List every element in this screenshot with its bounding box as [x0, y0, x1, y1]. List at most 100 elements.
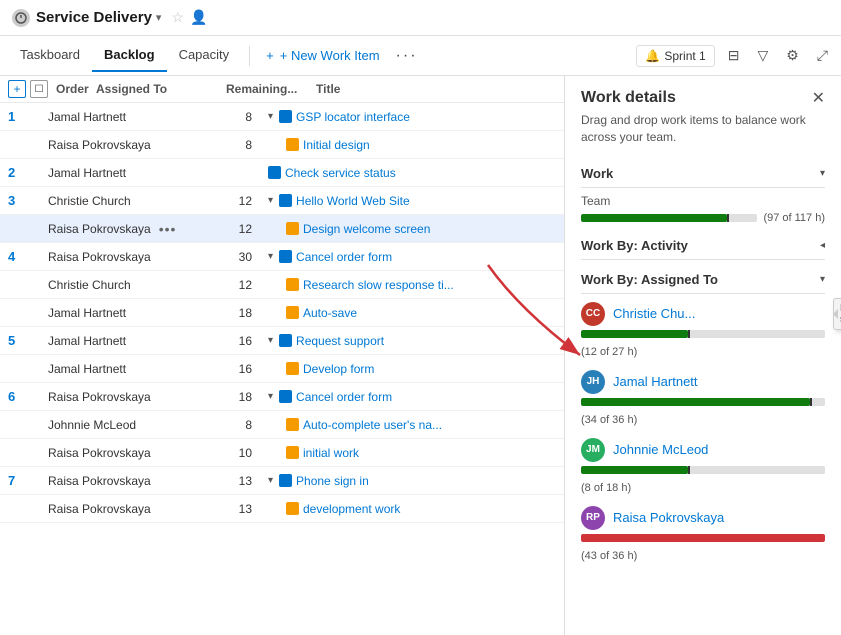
dropdown-arrow-icon[interactable]: ▾: [156, 11, 162, 24]
tab-taskboard[interactable]: Taskboard: [8, 39, 92, 72]
collapse-icon[interactable]: ▾: [268, 391, 273, 402]
table-row[interactable]: 5 Jamal Hartnett 16 ▾ Request support: [0, 327, 564, 355]
cell-assigned: Jamal Hartnett: [48, 166, 178, 180]
work-by-assigned-title: Work By: Assigned To: [581, 272, 718, 287]
table-row[interactable]: 3 Christie Church 12 ▾ Hello World Web S…: [0, 187, 564, 215]
cell-assigned: Christie Church: [48, 278, 178, 292]
work-item-link[interactable]: Cancel order form: [296, 390, 392, 404]
avatar: CC: [581, 302, 605, 326]
work-section-arrow: ▾: [820, 168, 825, 179]
settings-sliders-icon[interactable]: ⊟: [723, 44, 745, 67]
person-item: CC Christie Chu... Design welcome screen…: [581, 302, 825, 358]
feature-icon: [279, 334, 292, 347]
table-row[interactable]: Raisa Pokrovskaya••• 12 Design welcome s…: [0, 215, 564, 243]
work-item-link[interactable]: Cancel order form: [296, 250, 392, 264]
tab-backlog[interactable]: Backlog: [92, 39, 167, 72]
table-row[interactable]: Raisa Pokrovskaya 13 development work: [0, 495, 564, 523]
cell-remaining: 16: [178, 334, 268, 348]
collapse-icon[interactable]: ▾: [268, 251, 273, 262]
new-work-item-button[interactable]: + + New Work Item: [258, 44, 387, 67]
add-row-button[interactable]: +: [8, 80, 26, 98]
favorite-icon[interactable]: ☆: [171, 9, 184, 26]
person-name[interactable]: Raisa Pokrovskaya: [613, 510, 724, 525]
table-row[interactable]: Jamal Hartnett 18 Auto-save: [0, 299, 564, 327]
person-bar-fill: [581, 534, 825, 542]
story-icon: [286, 418, 299, 431]
work-item-link[interactable]: Auto-complete user's na...: [303, 418, 442, 432]
work-item-link[interactable]: development work: [303, 502, 400, 516]
avatar: JM: [581, 438, 605, 462]
table-row[interactable]: 2 Jamal Hartnett Check service status: [0, 159, 564, 187]
team-bar-wrap: [581, 214, 757, 222]
tooltip-bubble: Design welcome screen: [833, 298, 841, 330]
work-item-link[interactable]: Research slow response ti...: [303, 278, 454, 292]
cell-remaining: 12: [178, 278, 268, 292]
cell-order: 5: [8, 333, 48, 348]
table-row[interactable]: 1 Jamal Hartnett 8 ▾ GSP locator interfa…: [0, 103, 564, 131]
cell-assigned: Raisa Pokrovskaya: [48, 250, 178, 264]
table-row[interactable]: 7 Raisa Pokrovskaya 13 ▾ Phone sign in: [0, 467, 564, 495]
table-row[interactable]: Jamal Hartnett 16 Develop form: [0, 355, 564, 383]
work-item-link[interactable]: Initial design: [303, 138, 370, 152]
cell-assigned: Jamal Hartnett: [48, 306, 178, 320]
collapse-icon[interactable]: ▾: [268, 335, 273, 346]
cell-remaining: 12: [178, 194, 268, 208]
work-item-link[interactable]: initial work: [303, 446, 359, 460]
check-all-button[interactable]: ☐: [30, 80, 48, 98]
work-item-link[interactable]: Phone sign in: [296, 474, 369, 488]
work-item-link[interactable]: Develop form: [303, 362, 374, 376]
col-assigned: Assigned To: [96, 82, 226, 96]
person-bar-wrap: [581, 466, 825, 474]
story-icon: [286, 138, 299, 151]
person-name[interactable]: Jamal Hartnett: [613, 374, 698, 389]
cell-remaining: 16: [178, 362, 268, 376]
collapse-icon[interactable]: ▾: [268, 475, 273, 486]
tab-capacity[interactable]: Capacity: [167, 39, 242, 72]
cell-order: 6: [8, 389, 48, 404]
cell-remaining: 12: [178, 222, 268, 236]
work-item-link[interactable]: GSP locator interface: [296, 110, 410, 124]
more-options-button[interactable]: ···: [388, 43, 426, 69]
feature-icon: [279, 194, 292, 207]
app-icon: [12, 9, 30, 27]
close-panel-button[interactable]: ✕: [812, 88, 825, 108]
cell-assigned: Christie Church: [48, 194, 178, 208]
team-label: Team: [581, 194, 825, 208]
cell-order: 3: [8, 193, 48, 208]
work-item-link[interactable]: Auto-save: [303, 306, 357, 320]
collapse-icon[interactable]: ▾: [268, 111, 273, 122]
expand-icon[interactable]: ⤢: [812, 44, 833, 67]
cell-title: initial work: [268, 446, 556, 460]
row-more-button[interactable]: •••: [159, 221, 177, 237]
filter-icon[interactable]: ▽: [752, 44, 773, 67]
cell-assigned: Raisa Pokrovskaya: [48, 446, 178, 460]
table-row[interactable]: Raisa Pokrovskaya 8 Initial design: [0, 131, 564, 159]
gear-icon[interactable]: ⚙: [781, 44, 804, 67]
cell-remaining: 30: [178, 250, 268, 264]
table-row[interactable]: Johnnie McLeod 8 Auto-complete user's na…: [0, 411, 564, 439]
team-icon[interactable]: 👤: [190, 9, 207, 26]
table-row[interactable]: 4 Raisa Pokrovskaya 30 ▾ Cancel order fo…: [0, 243, 564, 271]
sprint-selector[interactable]: 🔔 Sprint 1: [636, 45, 714, 67]
panel-subtitle: Drag and drop work items to balance work…: [581, 112, 825, 146]
team-bar-fill: [581, 214, 727, 222]
cell-order: 2: [8, 165, 48, 180]
work-item-link[interactable]: Request support: [296, 334, 384, 348]
project-title: Service Delivery: [36, 9, 152, 26]
work-item-link[interactable]: Check service status: [285, 166, 396, 180]
person-hours: (43 of 36 h): [581, 550, 825, 562]
collapse-icon[interactable]: ▾: [268, 195, 273, 206]
work-item-link[interactable]: Design welcome screen: [303, 222, 430, 236]
work-by-assigned-header[interactable]: Work By: Assigned To ▾: [581, 266, 825, 294]
work-by-activity-title: Work By: Activity: [581, 238, 688, 253]
person-name[interactable]: Christie Chu...: [613, 306, 695, 321]
work-by-activity-header[interactable]: Work By: Activity ◂: [581, 232, 825, 260]
table-row[interactable]: Christie Church 12 Research slow respons…: [0, 271, 564, 299]
cell-title: Design welcome screen: [268, 222, 556, 236]
person-bar-wrap: [581, 398, 825, 406]
person-name[interactable]: Johnnie McLeod: [613, 442, 708, 457]
table-row[interactable]: Raisa Pokrovskaya 10 initial work: [0, 439, 564, 467]
work-item-link[interactable]: Hello World Web Site: [296, 194, 410, 208]
table-row[interactable]: 6 Raisa Pokrovskaya 18 ▾ Cancel order fo…: [0, 383, 564, 411]
work-section-header[interactable]: Work ▾: [581, 160, 825, 188]
